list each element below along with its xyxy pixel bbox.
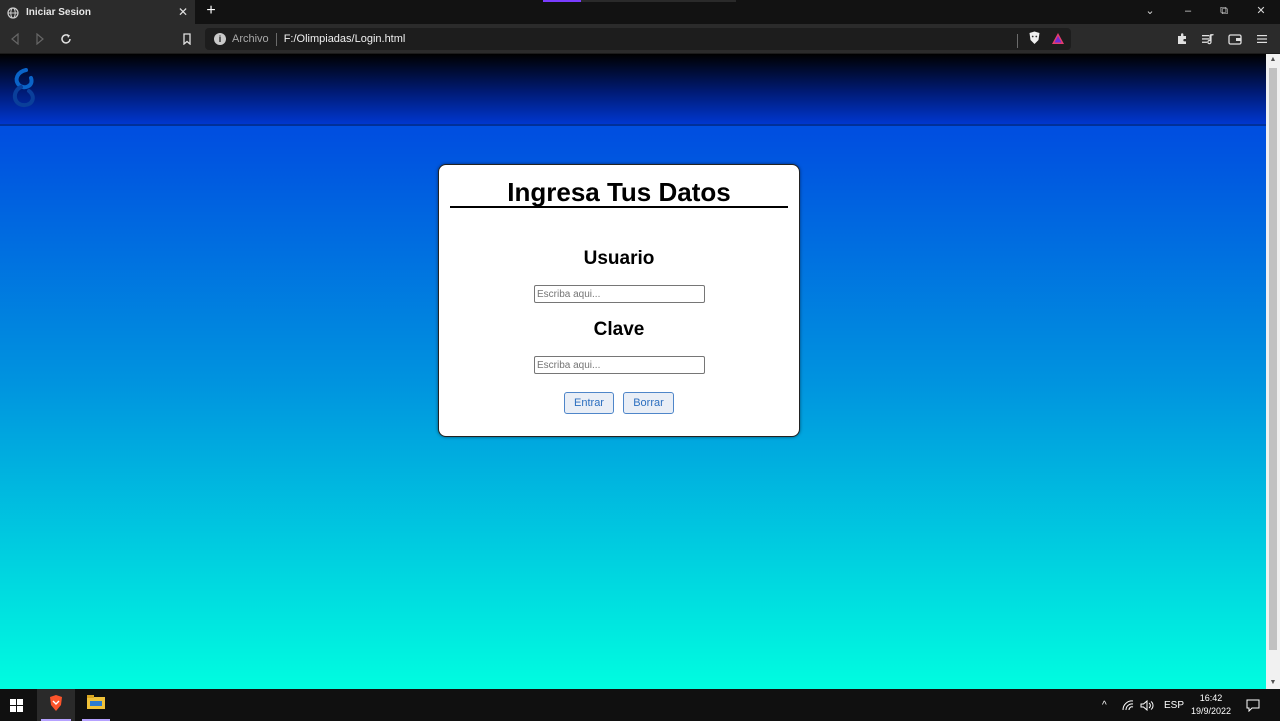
notifications-icon[interactable] [1246,689,1260,721]
taskbar-clock[interactable]: 16:42 19/9/2022 [1186,692,1236,718]
password-label: Clave [593,319,645,340]
minimize-button[interactable]: – [1177,2,1199,20]
language-indicator[interactable]: ESP [1164,689,1184,721]
network-icon[interactable] [1122,689,1134,721]
page-viewport: Ingresa Tus Datos Usuario Clave Entrar B… [0,54,1266,689]
url-actions-separator [1017,33,1018,48]
reset-button[interactable]: Borrar [623,392,674,414]
page-scrollbar[interactable]: ▲ ▼ [1266,54,1280,689]
site-info-icon[interactable]: i [214,33,226,45]
playlist-icon[interactable] [1199,30,1217,48]
wallet-icon[interactable] [1226,30,1244,48]
clock-date: 19/9/2022 [1190,706,1232,716]
new-tab-button[interactable]: + [202,2,220,20]
language-label: ESP [1164,699,1185,711]
card-title: Ingresa Tus Datos [507,177,731,207]
volume-icon[interactable] [1140,689,1154,721]
extensions-icon[interactable] [1173,30,1191,48]
title-divider [450,206,788,208]
tab-strip: Iniciar Sesion ✕ + ⌄ – ⧉ ✕ [0,0,1280,24]
brave-rewards-icon[interactable] [1051,32,1065,50]
tab-accent-track [581,0,736,2]
swirl-logo-icon[interactable] [9,66,39,115]
bookmark-icon[interactable] [178,30,196,48]
tab-title: Iniciar Sesion [26,6,92,18]
restore-button[interactable]: ⧉ [1213,2,1235,20]
tab-search-dropdown-icon[interactable]: ⌄ [1139,2,1161,20]
brave-shields-icon[interactable] [1028,31,1041,50]
file-explorer-icon [87,695,105,715]
url-separator [275,32,277,46]
username-input[interactable] [534,285,705,303]
url-text[interactable]: F:/Olimpiadas/Login.html [284,33,406,45]
brave-browser-icon [48,694,64,717]
tab-login[interactable]: Iniciar Sesion ✕ [0,0,195,24]
clock-time: 16:42 [1199,693,1223,703]
menu-icon[interactable] [1253,30,1271,48]
login-card: Ingresa Tus Datos Usuario Clave Entrar B… [438,164,800,437]
scroll-thumb[interactable] [1269,68,1277,650]
tray-chevron-icon[interactable]: ^ [1102,689,1107,721]
url-scheme-label: Archivo [232,33,269,45]
windows-start-icon[interactable] [0,689,32,721]
password-input[interactable] [534,356,705,374]
reload-icon[interactable] [57,30,75,48]
browser-toolbar: i Archivo F:/Olimpiadas/Login.html [0,24,1280,54]
username-label: Usuario [583,248,655,269]
taskbar-brave-browser[interactable] [37,689,75,721]
back-icon[interactable] [6,30,24,48]
scroll-up-arrow-icon[interactable]: ▲ [1266,54,1280,66]
submit-button[interactable]: Entrar [564,392,614,414]
site-header [0,54,1266,126]
forward-icon[interactable] [31,30,49,48]
tray-chevron-label: ^ [1102,699,1107,711]
windows-taskbar: ^ ESP 16:42 19/9/2022 [0,689,1280,721]
address-bar[interactable]: i Archivo F:/Olimpiadas/Login.html [205,28,1071,50]
globe-icon [7,6,19,19]
address-bar-actions [1017,31,1065,50]
tab-accent [543,0,581,2]
taskbar-file-explorer[interactable] [78,689,114,721]
close-window-button[interactable]: ✕ [1250,2,1272,20]
tab-close-icon[interactable]: ✕ [175,5,191,19]
scroll-down-arrow-icon[interactable]: ▼ [1266,677,1280,689]
